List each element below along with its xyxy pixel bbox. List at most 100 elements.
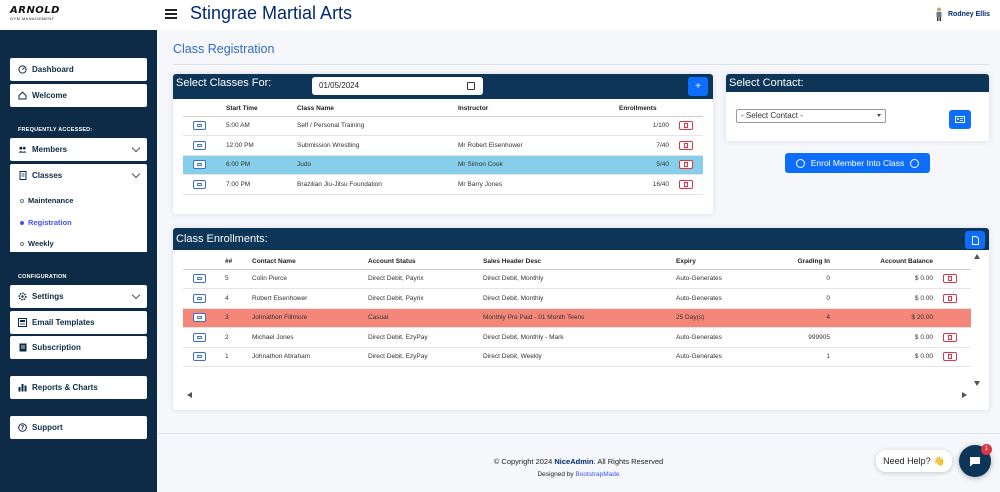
need-help-bubble[interactable]: Need Help? 👋 <box>876 450 952 472</box>
export-button[interactable] <box>965 231 985 249</box>
chevron-down-icon <box>131 169 141 179</box>
contact-card-icon[interactable] <box>193 352 206 362</box>
contact-card-icon[interactable] <box>193 274 206 284</box>
select-classes-header: Select Classes For: 01/05/2024 + <box>173 74 713 99</box>
check-circle-icon <box>910 158 920 168</box>
select-contact-card: Select Contact: - Select Contact - <box>726 74 989 141</box>
col-number: ## <box>225 255 252 270</box>
classes-table: Start Time Class Name Instructor Enrollm… <box>183 102 703 195</box>
home-icon <box>18 91 27 100</box>
page-title: Class Registration <box>173 42 275 56</box>
enrol-member-button[interactable]: Enrol Member Into Class <box>785 153 930 173</box>
table-row-highlighted[interactable]: 3 Johnathon Fillmore Casual Monthly Pre … <box>183 308 971 328</box>
date-input[interactable]: 01/05/2024 <box>312 77 483 95</box>
col-start-time: Start Time <box>226 102 297 117</box>
trash-icon[interactable] <box>943 293 957 303</box>
avatar <box>936 7 942 21</box>
select-class-icon[interactable] <box>193 179 206 189</box>
menu-toggle-icon[interactable] <box>165 9 177 19</box>
brand-logo[interactable]: ARNOLD GYM MANAGEMENT <box>10 6 80 26</box>
trash-icon[interactable] <box>679 140 693 150</box>
chevron-down-icon <box>131 143 141 153</box>
sidebar-item-label: Subscription <box>32 343 81 352</box>
trash-icon[interactable] <box>679 160 693 170</box>
sidebar-subitem-maintenance[interactable]: Maintenance <box>20 196 73 205</box>
scroll-right-icon[interactable] <box>962 392 967 398</box>
enrollments-table: ## Contact Name Account Status Sales Hea… <box>183 255 971 367</box>
sidebar-item-label: Dashboard <box>32 65 74 74</box>
sidebar-item-members[interactable]: Members <box>10 138 147 161</box>
class-enrollments-card: Class Enrollments: ## Contact Name Accou… <box>173 228 989 410</box>
table-row[interactable]: 5 Colin Pierce Direct Debit, Payrix Dire… <box>183 269 971 289</box>
section-frequently-accessed: FREQUENTLY ACCESSED: <box>18 127 93 133</box>
contact-select[interactable]: - Select Contact - <box>736 109 886 123</box>
table-row[interactable]: 1 Johnathon Abraham Direct Debit, EzyPay… <box>183 347 971 367</box>
trash-icon[interactable] <box>943 332 957 342</box>
trash-icon[interactable] <box>679 179 693 189</box>
chat-button[interactable]: 1 <box>959 444 992 477</box>
brand-line2: GYM MANAGEMENT <box>10 16 55 21</box>
select-class-icon[interactable] <box>193 121 206 131</box>
people-icon <box>18 145 27 154</box>
bar-chart-icon <box>18 383 27 392</box>
document-icon <box>18 171 27 180</box>
sidebar-subitem-registration[interactable]: Registration <box>20 218 72 227</box>
scroll-left-icon[interactable] <box>187 392 192 398</box>
section-configuration: CONFIGURATION <box>18 274 67 280</box>
user-profile[interactable]: Rodney Ellis <box>935 7 990 21</box>
footer-credits: Designed by BootstrapMade <box>537 471 620 478</box>
sidebar-item-dashboard[interactable]: Dashboard <box>10 58 147 81</box>
table-row[interactable]: 2 Michael Jones Direct Debit, EzyPay Dir… <box>183 327 971 348</box>
calendar-icon[interactable] <box>467 82 475 90</box>
sidebar-item-label: Email Templates <box>32 318 95 327</box>
dashboard-icon <box>18 65 27 74</box>
id-card-icon <box>955 116 965 123</box>
select-classes-title: Select Classes For: <box>176 77 272 89</box>
table-header-row: ## Contact Name Account Status Sales Hea… <box>183 255 971 270</box>
sidebar-item-support[interactable]: ? Support <box>10 416 147 439</box>
divider <box>173 64 989 65</box>
footer-divider <box>157 433 1000 434</box>
col-account-balance: Account Balance <box>830 255 933 270</box>
contact-card-icon[interactable] <box>193 313 206 323</box>
table-row-selected[interactable]: 6:00 PM Judo Mr Simon Cook 5/40 <box>183 155 703 175</box>
sidebar-item-subscription[interactable]: Subscription <box>10 336 147 359</box>
sidebar-item-settings[interactable]: Settings <box>10 285 147 308</box>
contact-card-button[interactable] <box>949 110 971 129</box>
scroll-down-icon[interactable] <box>974 381 980 386</box>
select-class-icon[interactable] <box>193 160 206 170</box>
circle-icon <box>20 198 24 203</box>
contact-card-icon[interactable] <box>193 293 206 303</box>
col-sales-header-desc: Sales Header Desc <box>483 255 676 270</box>
trash-icon[interactable] <box>679 121 693 131</box>
sidebar-item-label: Classes <box>32 171 63 180</box>
col-account-status: Account Status <box>368 255 483 270</box>
sidebar-item-reports[interactable]: Reports & Charts <box>10 376 147 399</box>
receipt-icon <box>18 343 27 352</box>
user-name: Rodney Ellis <box>947 10 990 18</box>
col-instructor: Instructor <box>458 102 619 117</box>
scroll-up-icon[interactable] <box>974 254 980 259</box>
document-icon <box>971 235 979 245</box>
table-row[interactable]: 4 Robert Eisenhower Direct Debit, Payrix… <box>183 288 971 309</box>
add-class-button[interactable]: + <box>688 77 708 96</box>
chevron-down-icon <box>131 290 141 300</box>
trash-icon[interactable] <box>943 274 957 284</box>
select-class-icon[interactable] <box>193 140 206 150</box>
table-row[interactable]: 5:00 AM Self / Personal Training 1/100 <box>183 116 703 136</box>
sidebar-item-welcome[interactable]: Welcome <box>10 84 147 107</box>
sidebar-item-label: Settings <box>32 292 64 301</box>
table-header-row: Start Time Class Name Instructor Enrollm… <box>183 102 703 117</box>
bootstrapmade-link[interactable]: BootstrapMade <box>575 471 619 478</box>
sidebar-item-classes[interactable]: Classes <box>10 164 147 187</box>
sidebar-item-email-templates[interactable]: Email Templates <box>10 311 147 334</box>
select-contact-header: Select Contact: <box>726 74 989 92</box>
sidebar-subitem-weekly[interactable]: Weekly <box>20 239 54 248</box>
sidebar-item-label: Members <box>32 145 68 154</box>
contact-card-icon[interactable] <box>193 332 206 342</box>
table-row[interactable]: 7:00 PM Brazilian Jiu-Jitsu Foundation M… <box>183 174 703 195</box>
circle-icon <box>20 241 24 246</box>
check-circle-icon <box>795 158 805 168</box>
trash-icon[interactable] <box>943 352 957 362</box>
table-row[interactable]: 12:00 PM Submission Wrestling Mr Robert … <box>183 135 703 156</box>
